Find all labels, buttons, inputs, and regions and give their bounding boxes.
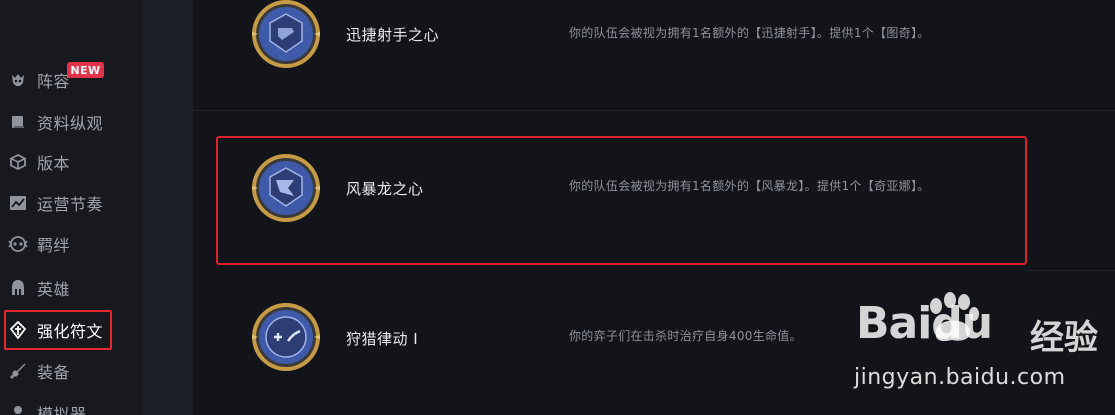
list-item[interactable]: 迅捷射手之心 你的队伍会被视为拥有1名额外的【迅捷射手】。提供1个【图奇】。 <box>193 0 1115 110</box>
augment-title: 狩猎律动 I <box>346 330 419 348</box>
sidebar-item-items[interactable]: 装备 <box>0 351 143 391</box>
person-icon <box>8 403 28 415</box>
sidebar-item-version[interactable]: 版本 <box>0 142 143 182</box>
new-badge: NEW <box>67 62 104 78</box>
sidebar-item-simulator[interactable]: 模拟器 <box>0 393 143 415</box>
augment-description: 你的队伍会被视为拥有1名额外的【迅捷射手】。提供1个【图奇】。 <box>569 26 930 40</box>
baidu-url: jingyan.baidu.com <box>854 365 1066 390</box>
swiftshot-medal-icon <box>252 0 320 68</box>
baidu-watermark: Baidu 经验 jingyan.baidu.com <box>850 290 1115 415</box>
sidebar-item-label: 模拟器 <box>37 405 87 415</box>
sidebar-item-label: 资料纵观 <box>37 114 104 133</box>
sidebar-item-overview[interactable]: 资料纵观 <box>0 102 143 142</box>
chart-icon <box>8 193 28 213</box>
row-divider <box>193 110 1115 111</box>
sidebar-item-heroes[interactable]: 英雄 <box>0 268 143 308</box>
highlight-annotation <box>216 136 1027 265</box>
augment-description: 你的弈子们在击杀时治疗自身400生命值。 <box>569 329 802 343</box>
sidebar-item-label: 羁绊 <box>37 236 71 255</box>
baidu-logo-cn: 经验 <box>1030 318 1098 358</box>
row-divider <box>1027 270 1115 271</box>
augment-title: 迅捷射手之心 <box>346 26 440 44</box>
mask-icon <box>8 234 28 254</box>
sidebar-item-traits[interactable]: 羁绊 <box>0 224 143 264</box>
helmet-icon <box>8 278 28 298</box>
sidebar-item-label: 英雄 <box>37 280 71 299</box>
sidebar: 阵容 NEW 资料纵观 版本 运营节奏 羁绊 英雄 强化符文 装备 模拟器 <box>0 0 143 415</box>
sidebar-item-label: 版本 <box>37 154 71 173</box>
sidebar-item-label: 运营节奏 <box>37 195 104 214</box>
skull-icon <box>8 70 28 90</box>
sidebar-item-label: 阵容 <box>37 72 71 91</box>
sidebar-spacer <box>143 0 193 415</box>
book-icon <box>8 112 28 132</box>
sidebar-item-tempo[interactable]: 运营节奏 <box>0 183 143 223</box>
cube-icon <box>8 152 28 172</box>
hunt-medal-icon <box>252 303 320 371</box>
paw-icon <box>930 292 979 342</box>
sidebar-item-label: 装备 <box>37 363 71 382</box>
active-item-highlight <box>4 310 112 350</box>
sword-icon <box>8 361 28 381</box>
